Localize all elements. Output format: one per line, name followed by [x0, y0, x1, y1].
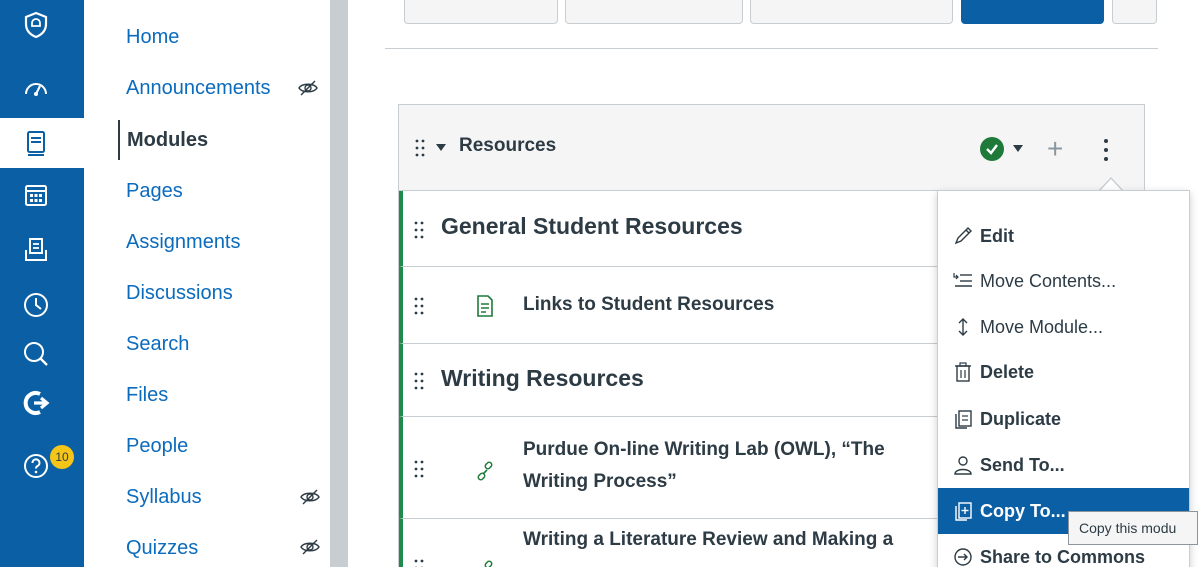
menu-item-duplicate[interactable]: Duplicate: [938, 396, 1189, 442]
drag-handle-icon[interactable]: [414, 460, 424, 478]
commons-icon: [954, 548, 972, 566]
subheader-title: Writing Resources: [441, 365, 644, 391]
nav-divider: [330, 0, 348, 567]
copy-to-tooltip: Copy this modu: [1068, 511, 1198, 545]
menu-item-move-contents[interactable]: Move Contents...: [938, 258, 1189, 304]
item-title[interactable]: Links to Student Resources: [523, 290, 774, 320]
calendar-icon: [25, 185, 47, 206]
menu-item-label: Share to Commons: [980, 546, 1146, 567]
module-title: Resources: [459, 135, 557, 156]
toolbar-button[interactable]: [565, 0, 743, 24]
send-user-icon: [954, 456, 972, 475]
course-nav-announcements[interactable]: Announcements: [126, 73, 271, 103]
course-nav-modules[interactable]: Modules: [118, 120, 208, 160]
move-contents-icon: [953, 273, 972, 287]
trash-icon: [955, 362, 971, 382]
dashboard-icon: [25, 83, 47, 96]
page-document-icon: [477, 295, 493, 317]
drag-handle-icon[interactable]: [414, 221, 424, 239]
global-nav-dashboard[interactable]: [0, 63, 84, 113]
course-nav-files[interactable]: Files: [126, 380, 168, 410]
course-nav-syllabus[interactable]: Syllabus: [126, 482, 202, 512]
menu-item-label: Move Contents...: [980, 270, 1117, 291]
shield-logo-icon: [24, 11, 48, 39]
module-header[interactable]: Resources +: [399, 105, 1144, 191]
global-nav-search[interactable]: [0, 329, 84, 379]
menu-item-label: Delete: [980, 361, 1035, 382]
copy-to-icon: [955, 502, 972, 521]
course-nav-home[interactable]: Home: [126, 22, 179, 52]
history-icon: [24, 293, 48, 317]
toolbar-button[interactable]: [750, 0, 953, 24]
global-nav-courses[interactable]: [0, 118, 84, 168]
course-nav-search[interactable]: Search: [126, 329, 189, 359]
external-tool-icon: [23, 391, 50, 415]
menu-item-delete[interactable]: Delete: [938, 349, 1189, 395]
course-nav-discussions[interactable]: Discussions: [126, 278, 233, 308]
search-icon: [24, 342, 48, 366]
menu-item-label: Copy To...: [980, 500, 1066, 521]
drag-handle-icon[interactable]: [414, 297, 424, 315]
item-title[interactable]: Purdue On-line Writing Lab (OWL), “The: [523, 435, 885, 465]
external-link-icon: [484, 560, 493, 567]
course-nav-quizzes[interactable]: Quizzes: [126, 533, 198, 563]
course-nav-pages[interactable]: Pages: [126, 176, 183, 206]
inbox-icon: [25, 238, 47, 261]
toolbar-menu-button[interactable]: [1112, 0, 1157, 24]
menu-item-label: Move Module...: [980, 316, 1104, 337]
menu-item-label: Edit: [980, 225, 1014, 246]
pencil-icon: [954, 227, 972, 245]
course-nav-people[interactable]: People: [126, 431, 188, 461]
move-vertical-icon: [958, 318, 968, 336]
global-nav-help[interactable]: 10: [0, 441, 84, 491]
hidden-eye-icon: [300, 489, 320, 505]
global-nav: 10: [0, 0, 84, 567]
course-nav-assignments[interactable]: Assignments: [126, 227, 241, 257]
menu-item-move-module[interactable]: Move Module...: [938, 304, 1189, 350]
drag-handle-icon[interactable]: [415, 139, 425, 157]
courses-icon: [27, 131, 45, 156]
global-nav-external-tool[interactable]: [0, 378, 84, 428]
header-divider: [385, 48, 1158, 49]
duplicate-icon: [955, 410, 972, 429]
collapse-caret-icon[interactable]: [436, 144, 446, 151]
toolbar-button[interactable]: [404, 0, 558, 24]
menu-item-label: Send To...: [980, 454, 1065, 475]
add-module-button[interactable]: [961, 0, 1104, 24]
add-item-button[interactable]: +: [1047, 133, 1063, 165]
global-nav-calendar[interactable]: [0, 170, 84, 220]
menu-item-label: Duplicate: [980, 408, 1062, 429]
hidden-eye-icon: [300, 539, 320, 555]
drag-handle-icon[interactable]: [414, 559, 424, 567]
global-nav-inbox[interactable]: [0, 225, 84, 275]
subheader-title: General Student Resources: [441, 213, 743, 239]
global-nav-logo[interactable]: [0, 0, 84, 50]
course-nav: Home Announcements Modules Pages Assignm…: [84, 0, 330, 567]
menu-item-send-to[interactable]: Send To...: [938, 442, 1189, 488]
drag-handle-icon[interactable]: [414, 372, 424, 390]
publish-dropdown-caret-icon[interactable]: [1013, 145, 1023, 152]
help-badge: 10: [50, 445, 74, 469]
menu-item-edit[interactable]: Edit: [938, 213, 1189, 259]
module-options-kebab-icon[interactable]: [1103, 139, 1109, 161]
published-check-icon[interactable]: [980, 137, 1004, 161]
global-nav-history[interactable]: [0, 280, 84, 330]
help-icon: [24, 454, 48, 478]
hidden-eye-icon: [298, 80, 318, 96]
item-title[interactable]: Writing a Literature Review and Making a: [523, 525, 893, 555]
external-link-icon: [477, 461, 493, 481]
item-title[interactable]: Writing Process”: [523, 467, 677, 497]
